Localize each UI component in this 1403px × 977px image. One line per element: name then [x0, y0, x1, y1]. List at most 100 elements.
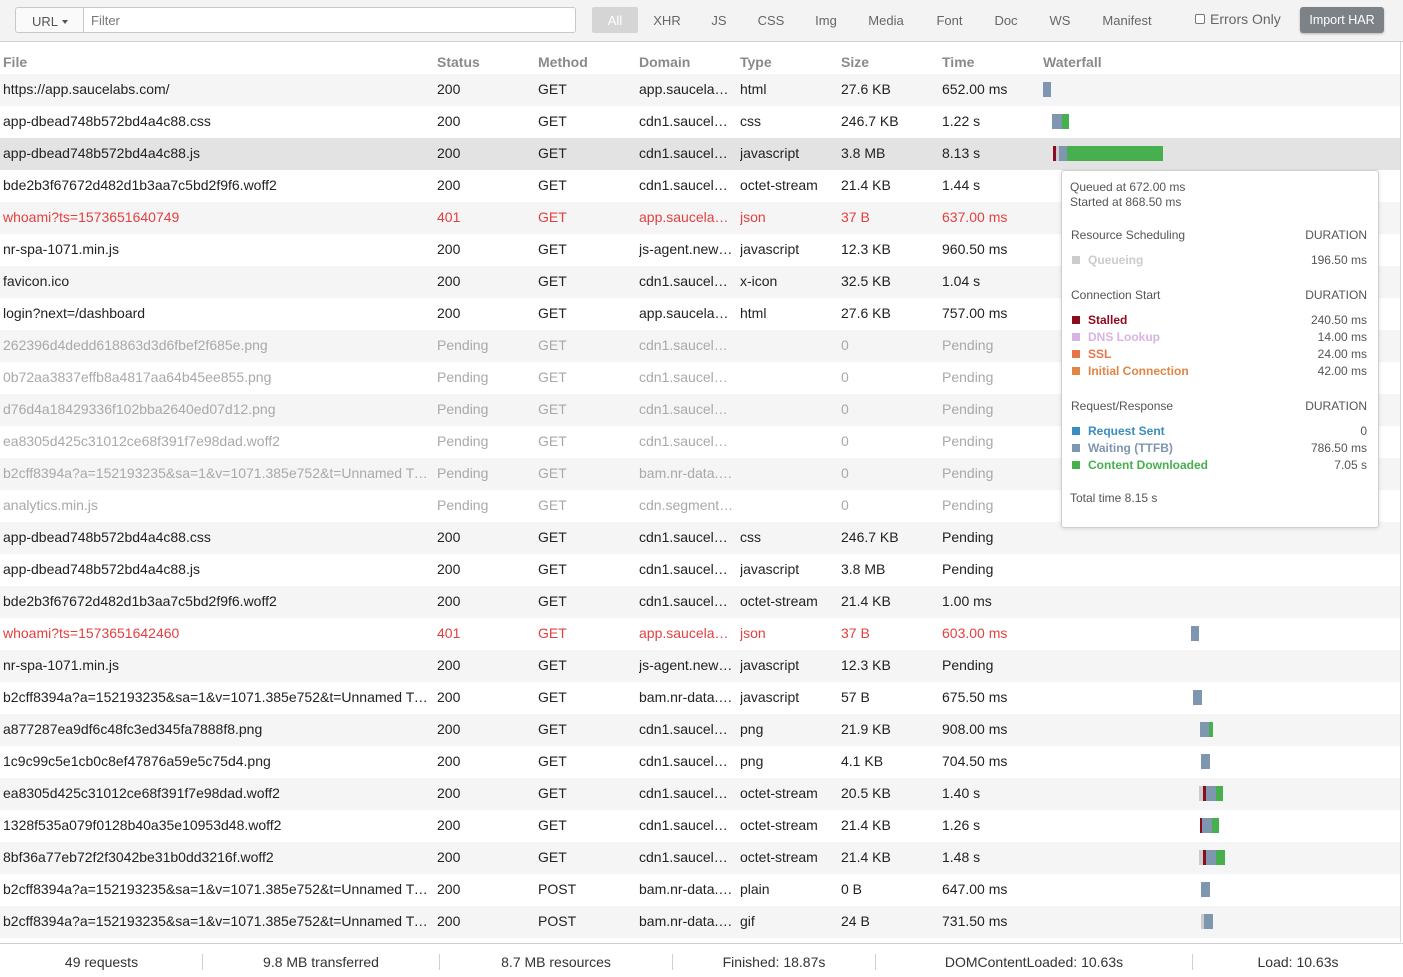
request-row[interactable]: app-dbead748b572bd4a4c88.js 200 GET cdn1.sa…	[0, 138, 1400, 170]
request-row[interactable]: app-dbead748b572bd4a4c88.css 200 GET cdn1.s…	[0, 106, 1400, 138]
waterfall-bar[interactable]	[1201, 754, 1210, 769]
request-row[interactable]: a877287ea9df6c48fc3ed345fa7888f8.png 200 G…	[0, 714, 1400, 746]
url-filter-select[interactable]: URL	[15, 7, 84, 33]
tooltip-item-dns-lookup: DNS Lookup	[1072, 330, 1160, 344]
cell-domain: bam.nr-data.net	[639, 689, 734, 705]
cell-file: analytics.min.js	[3, 497, 98, 513]
request-row[interactable]: bde2b3f67672d482d1b3aa7c5bd2f9f6.woff2 20…	[0, 586, 1400, 618]
tooltip-value: 7.05 s	[1334, 458, 1367, 472]
cell-type: css	[740, 529, 761, 545]
type-tab-xhr[interactable]: XHR	[645, 7, 689, 33]
cell-size: 21.4 KB	[841, 849, 891, 865]
finished-time: Finished: 18.87s	[722, 954, 826, 970]
request-row[interactable]: b2cff8394a?a=152193235&sa=1&v=1071.385e7…	[0, 874, 1400, 906]
cell-type: octet-stream	[740, 593, 818, 609]
cell-status: Pending	[437, 401, 489, 417]
tooltip-value: 240.50 ms	[1310, 313, 1367, 327]
legend-swatch	[1072, 256, 1080, 264]
waterfall-bar[interactable]	[1199, 850, 1225, 865]
url-select-label: URL	[32, 14, 59, 29]
cell-size: 21.4 KB	[841, 817, 891, 833]
tooltip-section-title: Resource Scheduling	[1071, 228, 1186, 242]
type-tab-media[interactable]: Media	[857, 7, 915, 33]
cell-status: 200	[437, 561, 461, 577]
cell-domain: cdn1.saucelabs.com	[639, 849, 734, 865]
type-tab-doc[interactable]: Doc	[985, 7, 1027, 33]
waterfall-bar[interactable]	[1200, 818, 1219, 833]
column-header-type[interactable]: Type	[740, 54, 772, 70]
tooltip-duration-header: DURATION	[1305, 399, 1367, 413]
column-header-file[interactable]: File	[3, 54, 27, 70]
legend-swatch	[1072, 461, 1080, 469]
cell-status: 200	[437, 241, 461, 257]
cell-time: 1.26 s	[942, 817, 981, 833]
tooltip-item-request-sent: Request Sent	[1072, 424, 1165, 438]
cell-file: b2cff8394a?a=152193235&sa=1&v=1071.385e7…	[3, 881, 431, 897]
request-row[interactable]: b2cff8394a?a=152193235&sa=1&v=1071.385e7…	[0, 682, 1400, 714]
request-row[interactable]: ea8305d425c31012ce68f391f7e98dad.woff2 20…	[0, 778, 1400, 810]
request-row[interactable]: https://app.saucelabs.com/200 GET app.sauc…	[0, 74, 1400, 106]
waterfall-timing-tooltip: Queued at 672.00 ms Started at 868.50 ms…	[1061, 170, 1379, 528]
waterfall-bar[interactable]	[1053, 146, 1163, 161]
cell-method: GET	[538, 241, 567, 257]
waterfall-segment-download	[1067, 146, 1163, 161]
waterfall-bar[interactable]	[1191, 626, 1199, 641]
request-row[interactable]: whoami?ts=1573651642460 401 GET app.saucela…	[0, 618, 1400, 650]
cell-time: Pending	[942, 401, 994, 417]
tooltip-section-title: Request/Response	[1071, 399, 1174, 413]
type-tab-font[interactable]: Font	[926, 7, 973, 33]
request-row[interactable]: 8bf36a77eb72f2f3042be31b0dd3216f.woff2 20…	[0, 842, 1400, 874]
column-header-size[interactable]: Size	[841, 54, 869, 70]
type-tab-css[interactable]: CSS	[749, 7, 793, 33]
waterfall-bar[interactable]	[1043, 82, 1051, 97]
filter-input[interactable]	[83, 7, 576, 33]
column-header-waterfall[interactable]: Waterfall	[1043, 54, 1102, 70]
waterfall-bar[interactable]	[1199, 786, 1223, 801]
request-row[interactable]: 1c9c99c5e1cb0c8ef47876a59e5c75d4.png 200 G…	[0, 746, 1400, 778]
cell-size: 57 B	[841, 689, 870, 705]
waterfall-bar[interactable]	[1193, 690, 1202, 705]
type-tab-ws[interactable]: WS	[1039, 7, 1081, 33]
cell-size: 12.3 KB	[841, 657, 891, 673]
column-header-status[interactable]: Status	[437, 54, 480, 70]
cell-time: Pending	[942, 561, 994, 577]
cell-time: Pending	[942, 337, 994, 353]
cell-status: Pending	[437, 433, 489, 449]
column-header-method[interactable]: Method	[538, 54, 588, 70]
legend-swatch	[1072, 367, 1080, 375]
type-tab-manifest[interactable]: Manifest	[1091, 7, 1163, 33]
type-tab-js[interactable]: JS	[701, 7, 737, 33]
cell-status: Pending	[437, 369, 489, 385]
errors-only-label: Errors Only	[1210, 11, 1281, 27]
import-har-button[interactable]: Import HAR	[1300, 7, 1384, 33]
cell-file: app-dbead748b572bd4a4c88.css	[3, 529, 211, 545]
tooltip-value: 0	[1360, 424, 1367, 438]
column-header-time[interactable]: Time	[942, 54, 974, 70]
cell-file: nr-spa-1071.min.js	[3, 657, 119, 673]
cell-status: Pending	[437, 497, 489, 513]
request-row[interactable]: nr-spa-1071.min.js 200 GET js-agent.newreli…	[0, 650, 1400, 682]
request-row[interactable]: app-dbead748b572bd4a4c88.js 200 GET cdn1.sa…	[0, 554, 1400, 586]
type-tab-all[interactable]: All	[592, 7, 638, 33]
cell-time: 960.50 ms	[942, 241, 1008, 257]
cell-time: Pending	[942, 529, 994, 545]
column-header-domain[interactable]: Domain	[639, 54, 690, 70]
cell-domain: bam.nr-data.net	[639, 913, 734, 929]
cell-file: bde2b3f67672d482d1b3aa7c5bd2f9f6.woff2	[3, 177, 277, 193]
waterfall-bar[interactable]	[1200, 722, 1213, 737]
cell-file: app-dbead748b572bd4a4c88.css	[3, 113, 211, 129]
request-row[interactable]: b2cff8394a?a=152193235&sa=1&v=1071.385e7…	[0, 906, 1400, 938]
waterfall-bar[interactable]	[1201, 914, 1213, 929]
waterfall-bar[interactable]	[1201, 882, 1210, 897]
cell-domain: app.saucelabs.com	[639, 81, 734, 97]
type-tab-img[interactable]: Img	[806, 7, 846, 33]
cell-file: b2cff8394a?a=152193235&sa=1&v=1071.385e7…	[3, 465, 431, 481]
transferred-size: 9.8 MB transferred	[263, 954, 379, 970]
errors-only-toggle[interactable]: Errors Only	[1195, 11, 1281, 27]
cell-status: 200	[437, 305, 461, 321]
cell-method: GET	[538, 305, 567, 321]
cell-size: 37 B	[841, 209, 870, 225]
request-row[interactable]: 1328f535a079f0128b40a35e10953d48.woff2 20…	[0, 810, 1400, 842]
waterfall-bar[interactable]	[1052, 114, 1069, 129]
checkbox-icon[interactable]	[1195, 14, 1205, 24]
